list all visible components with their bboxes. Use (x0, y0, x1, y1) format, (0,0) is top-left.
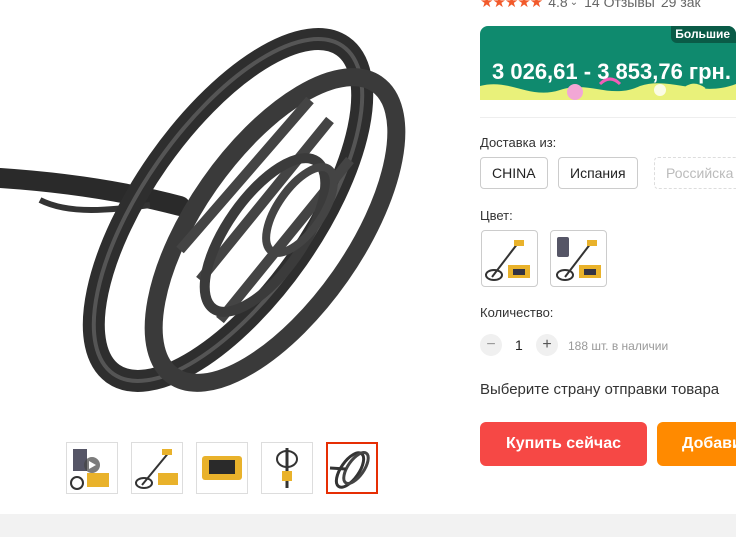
add-to-cart-button[interactable]: Добавить (657, 422, 736, 466)
color-option-2[interactable] (550, 230, 607, 287)
thumbnail-4[interactable] (261, 442, 313, 494)
main-product-image[interactable] (0, 0, 460, 428)
orders-count: 29 зак (660, 0, 701, 10)
ship-from-china[interactable]: CHINA (480, 157, 548, 189)
price-banner: Большие 3 026,61 - 3 853,76 грн. (480, 26, 736, 100)
ship-from-russia[interactable]: Российска (654, 157, 736, 189)
thumbnail-5[interactable] (326, 442, 378, 494)
rating-score: 4.8 (548, 0, 568, 10)
price-badge: Большие (671, 26, 736, 43)
color-label: Цвет: (480, 208, 513, 223)
rating-row: ★★★★★ 4.8 ⌄ 14 Отзывы 29 зак (480, 0, 701, 11)
reviews-link[interactable]: 14 Отзывы (584, 0, 655, 10)
bottom-section (0, 514, 736, 537)
quantity-label: Количество: (480, 305, 554, 320)
thumbnail-1[interactable] (66, 442, 118, 494)
buy-now-button[interactable]: Купить сейчас (480, 422, 647, 466)
thumbnail-3[interactable] (196, 442, 248, 494)
divider (480, 117, 736, 118)
quantity-value[interactable]: 1 (515, 337, 523, 353)
rating-stars-icon: ★★★★★ (480, 0, 543, 11)
price-range: 3 026,61 - 3 853,76 грн. (492, 59, 731, 84)
stock-count: 188 шт. в наличии (568, 339, 669, 353)
ship-from-spain[interactable]: Испания (558, 157, 638, 189)
color-option-1[interactable] (481, 230, 538, 287)
thumbnail-2[interactable] (131, 442, 183, 494)
shipping-from-label: Доставка из: (480, 135, 557, 150)
chevron-down-icon[interactable]: ⌄ (570, 0, 578, 8)
quantity-increase-button[interactable]: + (536, 334, 558, 356)
ship-country-hint: Выберите страну отправки товара (480, 381, 720, 398)
quantity-decrease-button[interactable]: − (480, 334, 502, 356)
